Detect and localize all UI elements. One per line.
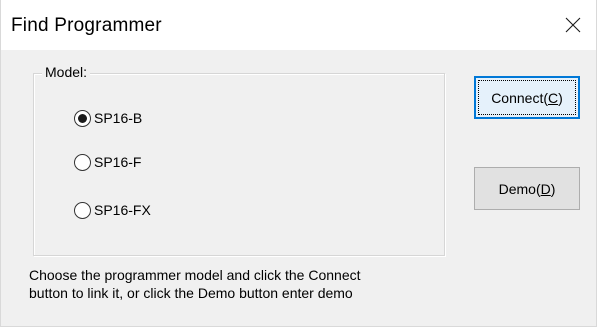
- help-text: Choose the programmer model and click th…: [29, 266, 361, 302]
- radio-label[interactable]: SP16-F: [94, 154, 141, 170]
- help-line: Choose the programmer model and click th…: [29, 267, 361, 283]
- help-line: button to link it, or click the Demo but…: [29, 285, 353, 301]
- radio-dot: [78, 113, 87, 123]
- title-bar: Find Programmer: [1, 0, 596, 50]
- radio-sp16-f[interactable]: SP16-F: [74, 152, 141, 172]
- demo-button-label: Demo(D): [498, 180, 556, 197]
- radio-button[interactable]: [74, 153, 91, 171]
- close-icon: [565, 17, 581, 33]
- radio-button-selected[interactable]: [74, 109, 91, 127]
- radio-sp16-b[interactable]: SP16-B: [74, 108, 142, 128]
- window-title: Find Programmer: [11, 15, 162, 36]
- close-button[interactable]: [550, 0, 596, 50]
- radio-button[interactable]: [74, 201, 91, 219]
- find-programmer-dialog: Find Programmer Model: SP16-B SP16-F SP1…: [0, 0, 597, 327]
- radio-label[interactable]: SP16-FX: [94, 202, 151, 218]
- connect-button[interactable]: Connect(C): [474, 76, 580, 119]
- connect-button-label: Connect(C): [491, 89, 563, 106]
- demo-button[interactable]: Demo(D): [474, 167, 580, 210]
- radio-label[interactable]: SP16-B: [94, 110, 142, 126]
- model-group-label: Model:: [42, 64, 91, 80]
- radio-sp16-fx[interactable]: SP16-FX: [74, 200, 151, 220]
